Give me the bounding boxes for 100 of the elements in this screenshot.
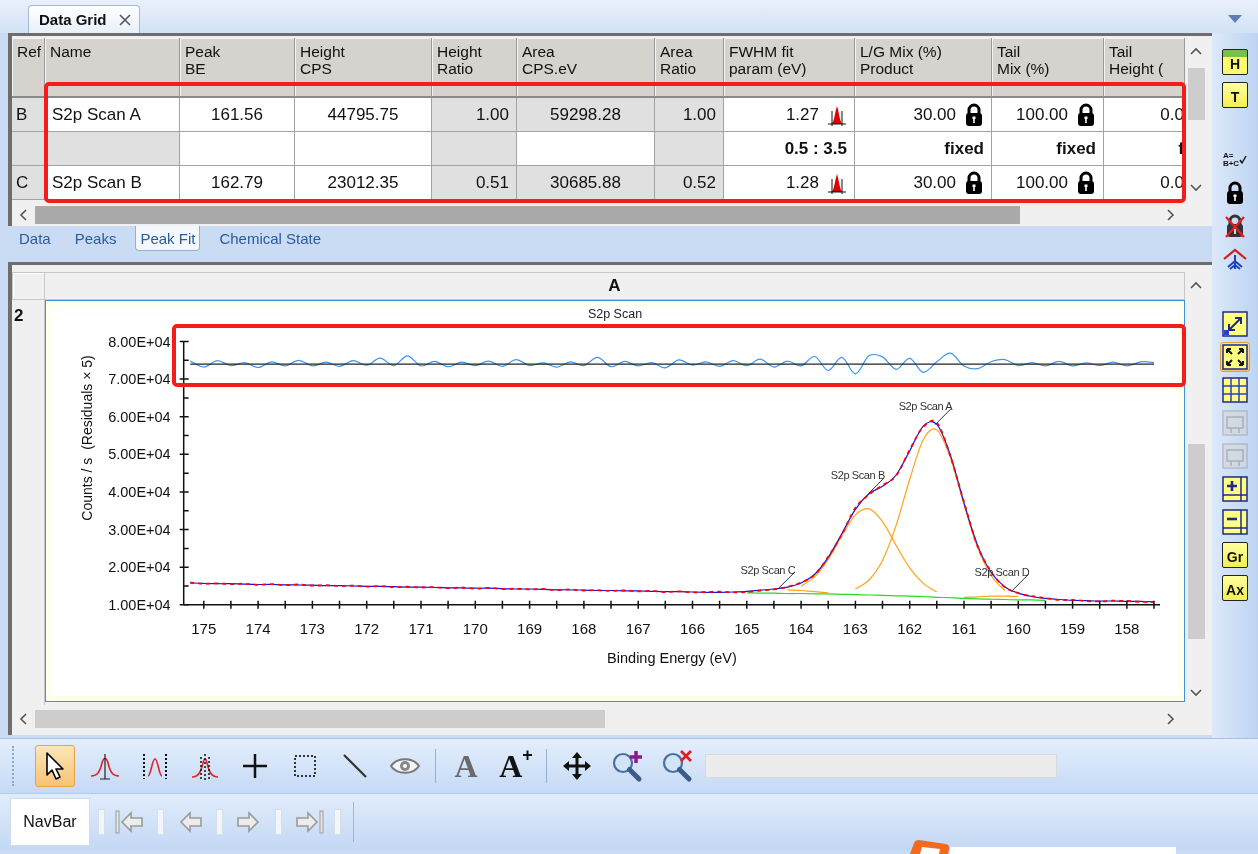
column-header[interactable]: Area CPS.eV [517,38,655,98]
column-header[interactable]: Tail Height ( [1104,38,1185,98]
tick-label: 8.00E+04 [108,333,171,350]
chevron-right-icon[interactable] [1165,209,1177,221]
tile-button[interactable]: Gr [1222,542,1248,568]
chevron-right-icon[interactable] [1165,713,1177,725]
tick-label: 171 [408,620,434,637]
chevron-down-icon[interactable] [1190,687,1202,699]
tick-label: 166 [679,620,705,637]
table-cell[interactable]: 1.28 [724,166,855,200]
tick-label: 4.00E+04 [108,483,171,500]
chevron-left-icon[interactable] [18,713,30,725]
table-cell[interactable]: 30.00 [855,166,992,200]
column-header[interactable]: Peak BE [180,38,295,98]
table-cell[interactable]: 162.79 [180,166,295,200]
row-header[interactable]: 2 [12,300,45,705]
scroll-thumb[interactable] [35,710,605,728]
tool-button[interactable] [35,745,75,787]
grid-icon [1222,377,1248,403]
tile-button[interactable]: T [1222,82,1248,108]
document-tab[interactable]: Data Grid [28,5,140,33]
save-button[interactable]: H [1222,49,1248,75]
separator-bar [216,809,223,835]
scroll-thumb[interactable] [35,206,1020,224]
table-cell[interactable]: 100.00 [992,166,1104,200]
tick-label: 175 [191,620,217,637]
peak-label: S2p Scan C [740,563,796,576]
column-header[interactable]: Height CPS [295,38,432,98]
table-cell[interactable]: 1.00 [432,98,517,132]
toolbar-button[interactable] [1220,309,1250,339]
separator-bar [275,809,282,835]
table-cell[interactable]: 0.51 [432,166,517,200]
text-tool-button[interactable]: A$^{+}$ [496,745,536,787]
row-header[interactable]: C [12,166,45,200]
table-cell[interactable]: 0.5 : 3.5 [724,132,855,166]
formula-button[interactable]: A= B+C [1220,145,1250,175]
column-header[interactable]: L/G Mix (%) Product [855,38,992,98]
column-header[interactable]: Area Ratio [655,38,724,98]
column-header[interactable]: Name [45,38,180,98]
table-cell[interactable]: fixed [855,132,992,166]
tick-label: 168 [571,620,597,637]
tick-label: 161 [951,620,977,637]
table-cell[interactable]: fixed [992,132,1104,166]
table-cell[interactable]: 1.27 [724,98,855,132]
scroll-thumb[interactable] [1187,68,1205,120]
tab-title: Data Grid [39,11,107,28]
sheet-tab[interactable]: Peaks [69,226,122,251]
input-field[interactable] [705,754,1057,778]
padlock-icon [964,170,984,195]
toolbar-button[interactable] [1220,507,1250,537]
row-header[interactable] [12,132,45,166]
table-cell[interactable]: 30685.88 [517,166,655,200]
text-tool-button[interactable]: A [446,745,486,787]
tick-label: 173 [299,620,325,637]
toolbar-button[interactable] [1220,474,1250,504]
table-cell[interactable]: S2p Scan A [45,98,180,132]
tick-label: 174 [245,620,271,637]
table-cell[interactable]: 23012.35 [295,166,432,200]
chevron-down-icon[interactable] [1190,182,1202,194]
column-header[interactable]: Tail Mix (%) [992,38,1104,98]
toolbar-button[interactable] [1220,375,1250,405]
table-cell[interactable]: 161.56 [180,98,295,132]
fit-arrows-icon [1222,344,1248,370]
tick-label: 158 [1114,620,1140,637]
leader-line [934,408,952,426]
leader-line [867,477,885,495]
column-header[interactable]: FWHM fit param (eV) [724,38,855,98]
close-button[interactable] [116,11,133,28]
column-header[interactable]: A [45,272,1185,300]
frame-icon [1222,443,1248,469]
tick-label: 159 [1060,620,1086,637]
check-icon [1239,155,1248,165]
padlock-icon [964,102,984,127]
crosshair-icon [240,751,270,781]
table-cell[interactable]: 100.00 [992,98,1104,132]
separator-bar [157,809,164,835]
table-cell[interactable]: 1.00 [655,98,724,132]
table-cell[interactable]: S2p Scan B [45,166,180,200]
padlock-icon [1225,181,1245,205]
table-cell[interactable]: 59298.28 [517,98,655,132]
peak-curve-icon [90,751,120,781]
table-cell[interactable]: 30.00 [855,98,992,132]
column-header[interactable]: Ref [12,38,45,98]
sheet-tab[interactable]: Data [14,226,56,251]
peak-label: S2p Scan A [898,399,953,412]
dropdown-caret-icon[interactable] [1228,14,1242,23]
peak-region-icon [140,751,170,781]
scroll-thumb[interactable] [1187,444,1205,639]
sheet-tab[interactable]: Peak Fit [135,226,201,251]
tile-button[interactable]: Ax [1222,575,1248,601]
cursor-arrow-icon [43,751,67,781]
x-axis-label: Binding Energy (eV) [607,650,737,666]
table-cell[interactable]: 0.52 [655,166,724,200]
column-header[interactable]: Height Ratio [432,38,517,98]
sheet-tab[interactable]: Chemical State [214,226,327,251]
tick-label: 2.00E+04 [108,559,171,576]
toolbar-button[interactable] [1220,342,1250,372]
zoom-in-icon [610,749,644,783]
table-cell[interactable]: 44795.75 [295,98,432,132]
chevron-left-icon[interactable] [18,209,30,221]
